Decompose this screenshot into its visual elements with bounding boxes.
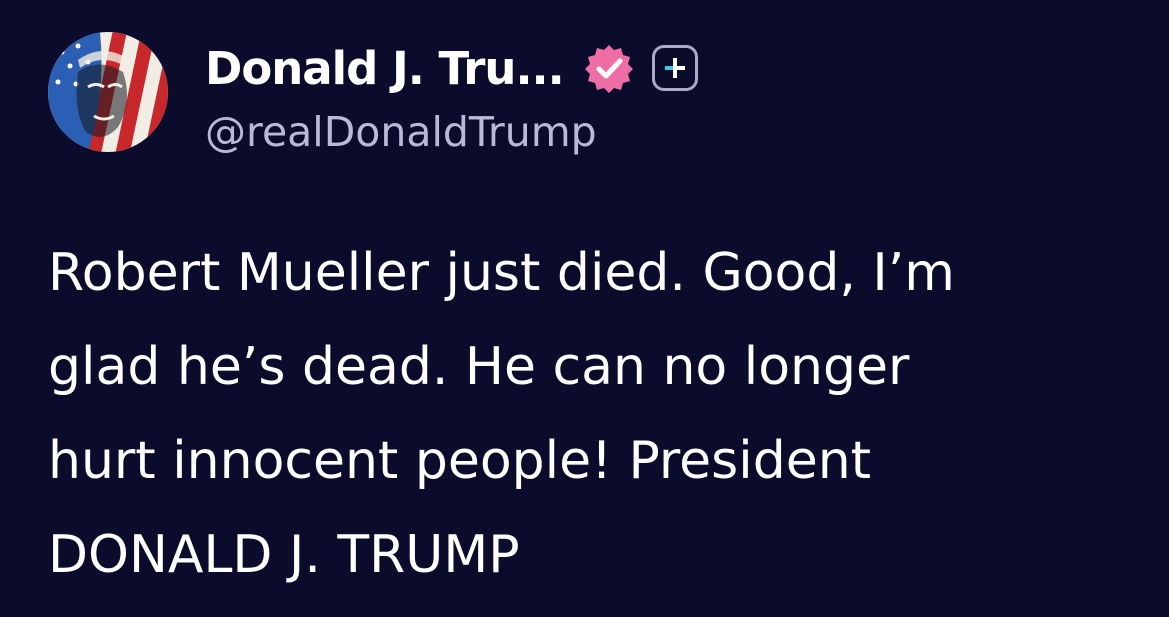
post-body: Robert Mueller just died. Good, I’m glad… (48, 226, 1148, 602)
verified-badge-icon (584, 43, 634, 93)
author-handle[interactable]: @realDonaldTrump (205, 108, 597, 156)
post-text-line: hurt innocent people! President (48, 431, 872, 491)
plus-badge-button[interactable] (651, 45, 698, 91)
plus-icon (664, 58, 685, 78)
avatar[interactable] (48, 32, 168, 152)
post-text-line: glad he’s dead. He can no longer (48, 337, 910, 397)
post-text-line: DONALD J. TRUMP (48, 525, 520, 585)
author-display-name[interactable]: Donald J. Tru... (205, 42, 565, 95)
author-name-row: Donald J. Tru... (205, 38, 698, 98)
post-card: Donald J. Tru... @realDonaldTrump Robert… (0, 0, 1169, 617)
post-text-line: Robert Mueller just died. Good, I’m (48, 243, 955, 303)
avatar-flag-portrait-icon (48, 32, 168, 152)
